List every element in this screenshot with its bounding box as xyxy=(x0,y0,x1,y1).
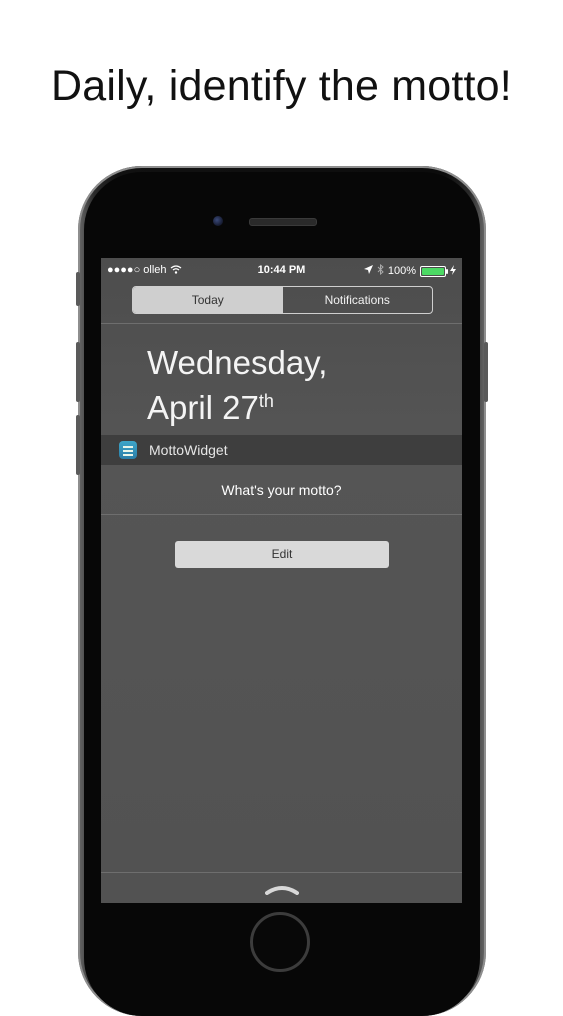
widget-header[interactable]: MottoWidget xyxy=(101,435,462,465)
widget-divider xyxy=(101,514,462,515)
date-heading: Wednesday, April 27th xyxy=(147,344,327,427)
home-button[interactable] xyxy=(250,912,310,972)
bottom-divider xyxy=(101,872,462,873)
date-ordinal-suffix: th xyxy=(258,391,274,411)
date-weekday: Wednesday, xyxy=(147,344,328,381)
today-notifications-segmented-control: Today Notifications xyxy=(132,286,433,314)
charging-bolt-icon xyxy=(450,264,456,278)
volume-up-button xyxy=(76,342,80,402)
status-right: 100% xyxy=(363,263,456,278)
battery-level-fill xyxy=(422,267,444,275)
motto-prompt[interactable]: What's your motto? xyxy=(101,482,462,498)
volume-down-button xyxy=(76,415,80,475)
battery-icon xyxy=(420,265,448,277)
earpiece-speaker xyxy=(249,218,317,226)
header-divider xyxy=(101,323,462,324)
chevron-up-icon[interactable] xyxy=(265,882,299,900)
page-headline: Daily, identify the motto! xyxy=(51,62,512,110)
tab-notifications[interactable]: Notifications xyxy=(283,287,433,313)
power-button xyxy=(484,342,488,402)
battery-percent: 100% xyxy=(387,265,416,277)
bluetooth-icon xyxy=(377,263,384,278)
front-camera xyxy=(213,216,223,226)
date-month-day: April 27 xyxy=(147,389,259,426)
mute-switch xyxy=(76,272,80,306)
widget-title: MottoWidget xyxy=(149,442,228,458)
date-month-day-line: April 27th xyxy=(147,382,327,427)
tab-today[interactable]: Today xyxy=(133,287,283,313)
phone-screen: ●●●●○ olleh 10:44 PM 100% Today Notifica… xyxy=(101,258,462,903)
motto-app-icon xyxy=(119,441,137,459)
location-arrow-icon xyxy=(363,265,373,277)
status-bar: ●●●●○ olleh 10:44 PM 100% xyxy=(101,258,462,282)
edit-button[interactable]: Edit xyxy=(175,541,389,568)
